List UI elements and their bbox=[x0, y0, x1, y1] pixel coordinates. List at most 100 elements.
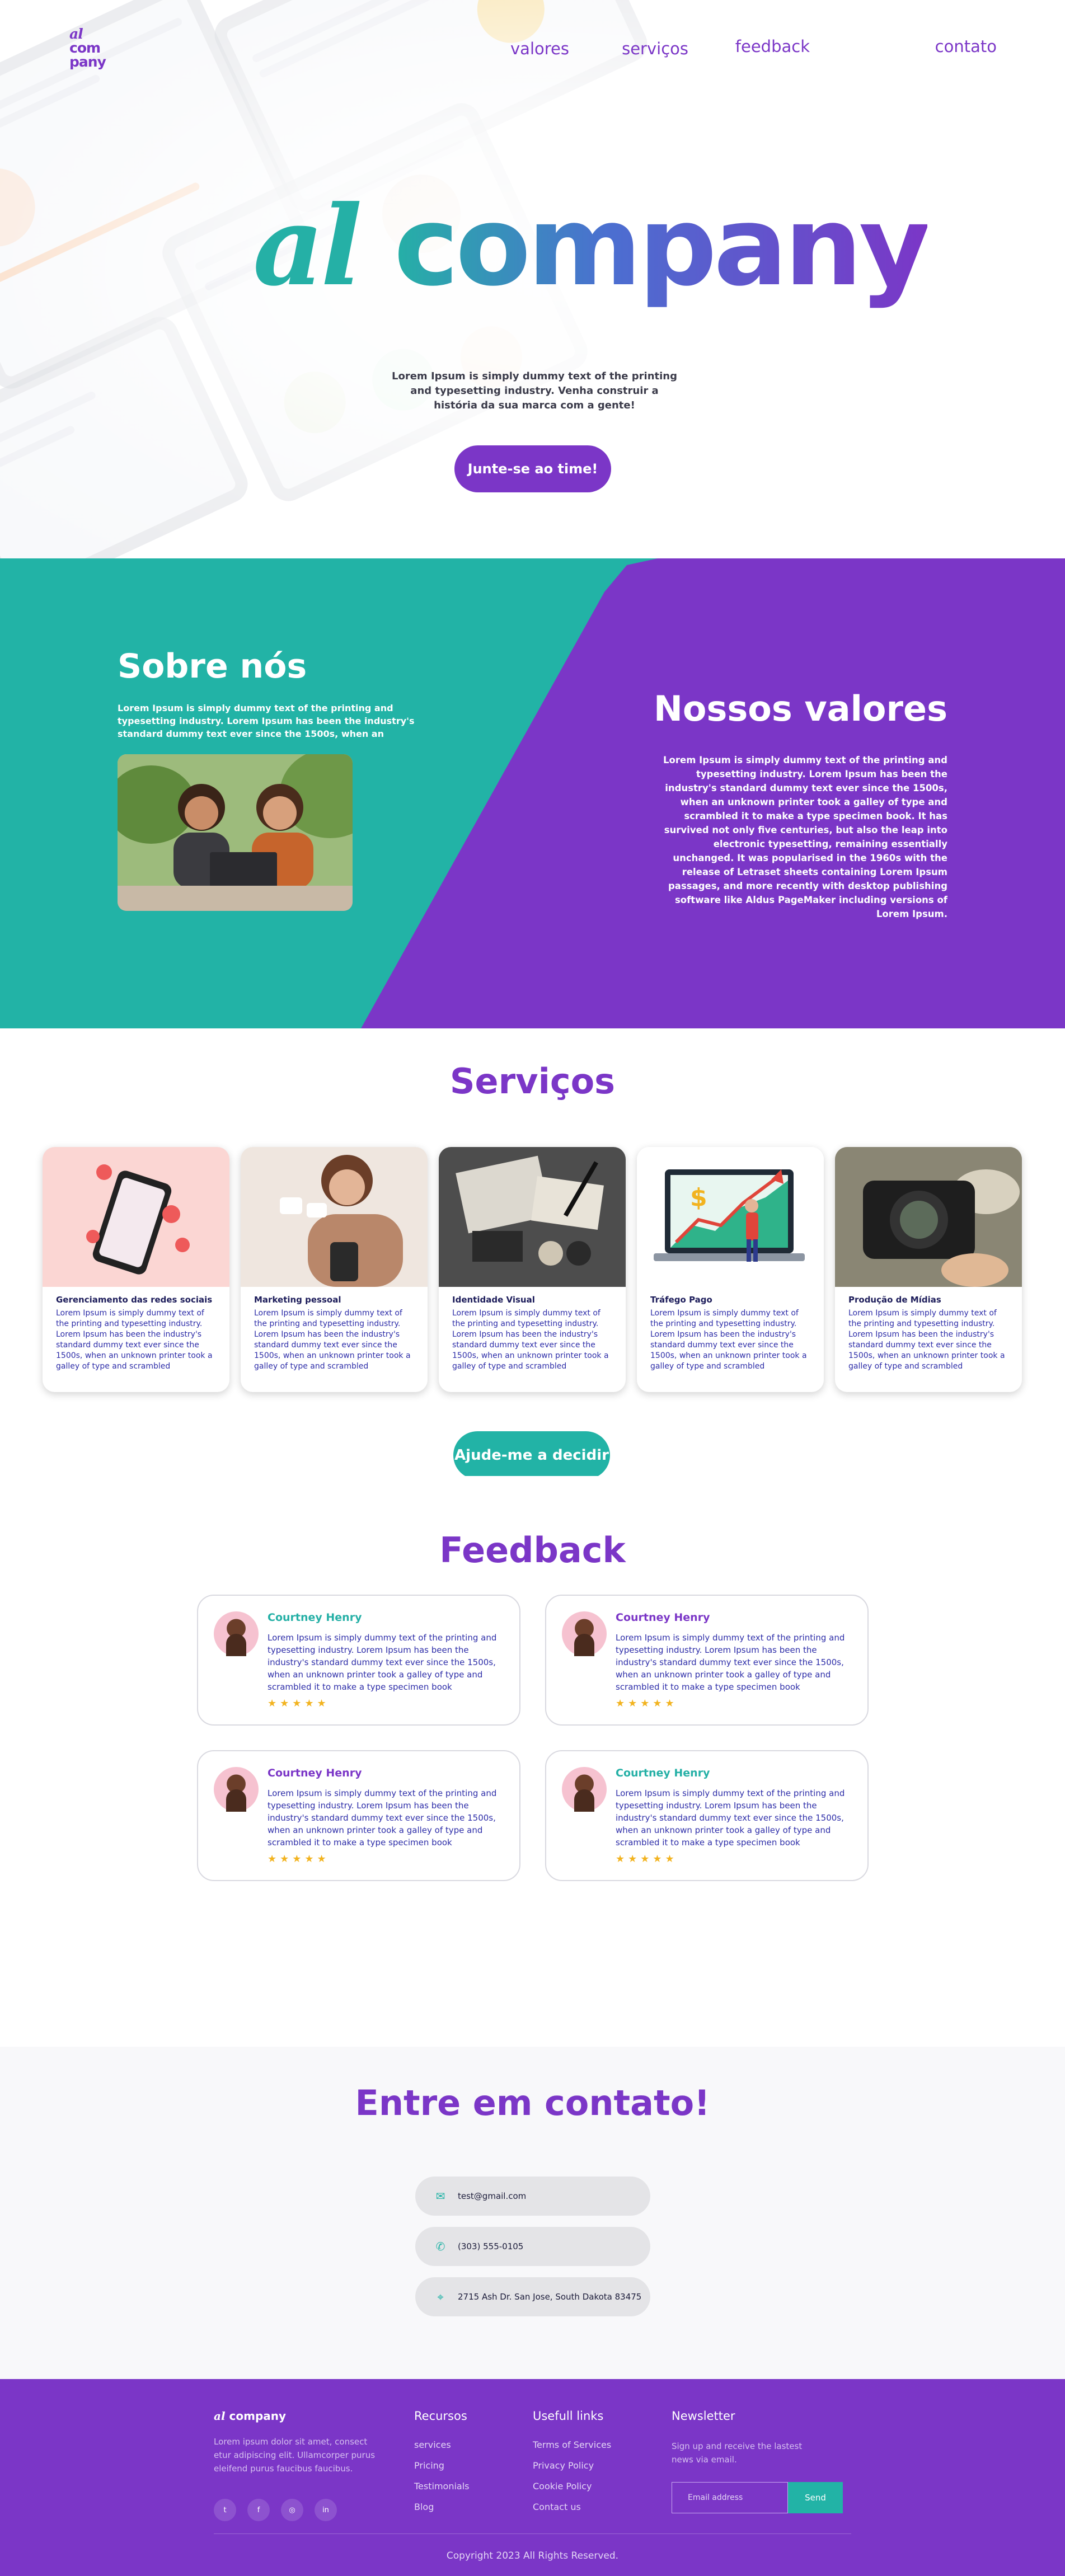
review-card: Courtney Henry Lorem Ipsum is simply dum… bbox=[545, 1595, 869, 1726]
hero-subtitle: Lorem Ipsum is simply dummy text of the … bbox=[392, 370, 678, 411]
footer-link-cookie[interactable]: Cookie Policy bbox=[533, 2481, 611, 2492]
reviewer-name: Courtney Henry bbox=[616, 1767, 710, 1779]
newsletter-title: Newsletter bbox=[672, 2409, 735, 2423]
service-card-title: Gerenciamento das redes sociais bbox=[56, 1295, 213, 1305]
logo-pany: pany bbox=[69, 54, 106, 70]
visual-identity-image bbox=[439, 1147, 626, 1287]
join-team-button[interactable]: Junte-se ao time! bbox=[454, 445, 611, 492]
contact-address-value: 2715 Ash Dr. San Jose, South Dakota 8347… bbox=[458, 2292, 642, 2302]
footer-resources: Recursos services Pricing Testimonials B… bbox=[414, 2409, 470, 2522]
review-card: Courtney Henry Lorem Ipsum is simply dum… bbox=[545, 1750, 869, 1881]
footer-divider bbox=[214, 2533, 851, 2534]
service-card-text: Lorem Ipsum is simply dummy text of the … bbox=[650, 1309, 807, 1371]
newsletter-text: Sign up and receive the lastest news via… bbox=[672, 2441, 803, 2465]
phone-icon: ✆ bbox=[435, 2240, 445, 2253]
contact-email[interactable]: ✉ test@gmail.com bbox=[415, 2177, 650, 2216]
feedback-title: Feedback bbox=[439, 1530, 626, 1571]
about-team-photo bbox=[118, 754, 353, 911]
footer-link-privacy[interactable]: Privacy Policy bbox=[533, 2460, 611, 2471]
avatar bbox=[562, 1611, 607, 1656]
media-production-image bbox=[835, 1147, 1022, 1287]
service-card-text: Lorem Ipsum is simply dummy text of the … bbox=[452, 1309, 609, 1371]
service-card-social-media[interactable]: Gerenciamento das redes sociais Lorem Ip… bbox=[43, 1147, 229, 1392]
values-title: Nossos valores bbox=[653, 688, 947, 729]
footer-link-contact[interactable]: Contact us bbox=[533, 2502, 611, 2512]
camera-icon bbox=[835, 1147, 1022, 1287]
service-card-text: Lorem Ipsum is simply dummy text of the … bbox=[254, 1309, 411, 1371]
review-text: Lorem Ipsum is simply dummy text of the … bbox=[616, 1788, 845, 1848]
footer-link-pricing[interactable]: Pricing bbox=[414, 2460, 470, 2471]
nav-contato[interactable]: contato bbox=[935, 37, 997, 56]
hero-title: al company bbox=[253, 190, 931, 303]
star-rating: ★★★★★ bbox=[616, 1698, 678, 1709]
about-values-section: Sobre nós Lorem Ipsum is simply dummy te… bbox=[0, 558, 1065, 1028]
footer-useful-title: Usefull links bbox=[533, 2409, 604, 2423]
hero-title-company: company bbox=[393, 183, 931, 311]
service-card-title: Produção de Mídias bbox=[848, 1295, 941, 1305]
linkedin-icon[interactable]: in bbox=[315, 2499, 337, 2521]
contact-phone[interactable]: ✆ (303) 555-0105 bbox=[415, 2227, 650, 2266]
review-text: Lorem Ipsum is simply dummy text of the … bbox=[268, 1633, 497, 1692]
logo-com: com bbox=[69, 40, 101, 56]
about-title: Sobre nós bbox=[118, 647, 307, 686]
footer-newsletter: Newsletter Sign up and receive the laste… bbox=[672, 2409, 843, 2513]
review-text: Lorem Ipsum is simply dummy text of the … bbox=[268, 1788, 497, 1848]
service-card-media-production[interactable]: Produção de Mídias Lorem Ipsum is simply… bbox=[835, 1147, 1022, 1392]
about-text: Lorem Ipsum is simply dummy text of the … bbox=[118, 703, 415, 739]
service-card-paid-traffic[interactable]: $ Tráfego Pago Lorem Ipsum is simply dum… bbox=[637, 1147, 824, 1392]
footer-link-terms[interactable]: Terms of Services bbox=[533, 2439, 611, 2450]
review-text: Lorem Ipsum is simply dummy text of the … bbox=[616, 1633, 845, 1692]
hero-section: al com pany valores serviços feedback co… bbox=[0, 0, 1065, 558]
contact-address[interactable]: ⌖ 2715 Ash Dr. San Jose, South Dakota 83… bbox=[415, 2277, 650, 2316]
svg-text:$: $ bbox=[690, 1183, 707, 1212]
person-phone-icon bbox=[280, 1155, 403, 1287]
contact-section: Entre em contato! ✉ test@gmail.com ✆ (30… bbox=[0, 2047, 1065, 2379]
service-card-title: Marketing pessoal bbox=[254, 1295, 341, 1305]
phone-icon bbox=[86, 1164, 190, 1275]
feedback-section: Feedback Courtney Henry Lorem Ipsum is s… bbox=[0, 1476, 1065, 2047]
nav-valores[interactable]: valores bbox=[510, 39, 569, 58]
stationery-icon bbox=[456, 1155, 604, 1266]
help-decide-button[interactable]: Ajude-me a decidir bbox=[453, 1431, 610, 1479]
service-card-text: Lorem Ipsum is simply dummy text of the … bbox=[56, 1309, 213, 1371]
instagram-icon[interactable]: ◎ bbox=[281, 2499, 303, 2521]
location-pin-icon: ⌖ bbox=[437, 2290, 444, 2304]
star-rating: ★★★★★ bbox=[616, 1853, 678, 1865]
twitter-icon[interactable]: t bbox=[214, 2499, 236, 2521]
contact-email-value: test@gmail.com bbox=[458, 2191, 527, 2201]
brand-logo[interactable]: al com pany bbox=[69, 27, 106, 69]
footer-logo[interactable]: al company bbox=[214, 2409, 286, 2423]
nav-feedback[interactable]: feedback bbox=[735, 37, 810, 56]
services-cards: Gerenciamento das redes sociais Lorem Ip… bbox=[43, 1147, 1022, 1392]
footer-useful-links: Usefull links Terms of Services Privacy … bbox=[533, 2409, 611, 2522]
service-card-personal-marketing[interactable]: Marketing pessoal Lorem Ipsum is simply … bbox=[241, 1147, 428, 1392]
mail-icon: ✉ bbox=[435, 2189, 445, 2203]
reviewer-name: Courtney Henry bbox=[268, 1611, 362, 1624]
footer-logo-company: company bbox=[229, 2409, 287, 2423]
footer-logo-al: al bbox=[214, 2409, 226, 2423]
service-card-title: Tráfego Pago bbox=[650, 1295, 712, 1305]
newsletter-send-button[interactable]: Send bbox=[788, 2482, 843, 2513]
personal-marketing-image bbox=[241, 1147, 428, 1287]
social-media-image bbox=[43, 1147, 229, 1287]
services-section: Serviços Gerenciamento das redes sociais… bbox=[0, 1028, 1065, 1479]
avatar bbox=[562, 1767, 607, 1812]
footer-resources-title: Recursos bbox=[414, 2409, 467, 2423]
service-card-visual-identity[interactable]: Identidade Visual Lorem Ipsum is simply … bbox=[439, 1147, 626, 1392]
footer-link-services[interactable]: services bbox=[414, 2439, 470, 2450]
service-card-text: Lorem Ipsum is simply dummy text of the … bbox=[848, 1309, 1005, 1371]
values-text: Lorem Ipsum is simply dummy text of the … bbox=[663, 755, 947, 919]
facebook-icon[interactable]: f bbox=[247, 2499, 270, 2521]
star-rating: ★★★★★ bbox=[268, 1698, 330, 1709]
service-card-title: Identidade Visual bbox=[452, 1295, 535, 1305]
avatar bbox=[214, 1611, 259, 1656]
footer: al company Lorem ipsum dolor sit amet, c… bbox=[0, 2379, 1065, 2576]
newsletter-email-input[interactable] bbox=[672, 2482, 788, 2513]
review-card: Courtney Henry Lorem Ipsum is simply dum… bbox=[197, 1595, 520, 1726]
nav-servicos[interactable]: serviços bbox=[622, 39, 688, 58]
social-links: t f ◎ in bbox=[214, 2499, 337, 2521]
footer-link-blog[interactable]: Blog bbox=[414, 2502, 470, 2512]
contact-title: Entre em contato! bbox=[355, 2083, 710, 2123]
review-card: Courtney Henry Lorem Ipsum is simply dum… bbox=[197, 1750, 520, 1881]
footer-link-testimonials[interactable]: Testimonials bbox=[414, 2481, 470, 2492]
